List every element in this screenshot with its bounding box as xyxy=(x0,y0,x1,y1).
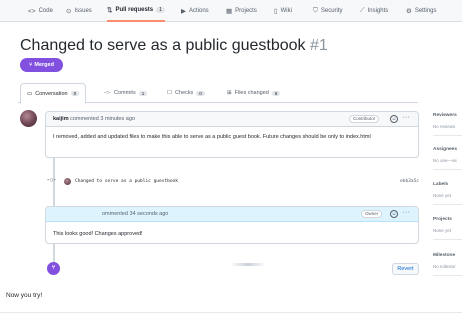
files-changed-count: 6 xyxy=(271,90,281,96)
comment: kaijim commented 3 minutes ago Contribut… xyxy=(45,111,419,158)
repo-nav: <> Code ⊙ Issues ⇅ Pull requests 1 ▶ Act… xyxy=(0,0,462,22)
sidebar-value: No milestor xyxy=(433,264,456,269)
conversation-icon: ▭ xyxy=(27,90,33,97)
sidebar-value: No reviews xyxy=(433,124,456,129)
loading-bar xyxy=(230,263,266,266)
tab-label: Actions xyxy=(189,8,209,14)
status-badge: ⑂ Merged xyxy=(20,58,63,72)
page-title: Changed to serve as a public guestbook #… xyxy=(20,37,328,55)
tab-label: Commits xyxy=(114,90,136,96)
more-options-icon[interactable]: ··· xyxy=(402,114,411,121)
tab-label: Security xyxy=(320,8,343,14)
commit-sha[interactable]: ebb3a5c xyxy=(400,179,419,184)
sidebar-heading: Labels xyxy=(433,182,449,187)
avatar[interactable] xyxy=(64,178,71,185)
sidebar-projects[interactable]: Projects None yet xyxy=(433,216,462,240)
sidebar-heading: Milestone xyxy=(433,253,456,258)
issues-icon: ⊙ xyxy=(66,8,72,15)
tab-label: Projects xyxy=(235,8,257,14)
settings-icon: ⚙ xyxy=(406,8,412,15)
comment-header: kaijim commented 3 minutes ago Contribut… xyxy=(46,112,418,127)
caption-text: Now you try! xyxy=(6,292,43,299)
comment-body: This looks good! Changes approved! xyxy=(53,231,143,237)
sidebar-value: No one—as xyxy=(433,158,457,163)
wiki-icon: ▯ xyxy=(274,8,278,15)
tab-label: Pull requests xyxy=(115,7,154,13)
insights-icon: ⟋ xyxy=(360,7,365,14)
commit-icon: -○- xyxy=(47,177,56,184)
tab-code[interactable]: <> Code xyxy=(28,0,53,22)
files-changed-icon: ⊞ xyxy=(227,90,232,96)
status-label: Merged xyxy=(34,62,54,68)
more-options-icon[interactable]: ··· xyxy=(402,209,411,216)
emoji-reaction-icon[interactable]: ☺ xyxy=(390,115,398,123)
role-badge: Contributor xyxy=(349,115,380,123)
sidebar-heading: Assignees xyxy=(433,147,457,152)
tab-label: Code xyxy=(38,8,53,14)
actions-icon: ▶ xyxy=(181,8,186,15)
tab-commits[interactable]: -○- Commits 1 xyxy=(98,83,153,103)
sidebar-assignees[interactable]: Assignees No one—as xyxy=(433,146,462,170)
sidebar-heading: Projects xyxy=(433,217,452,222)
comment-author-line: kaijim commented 3 minutes ago xyxy=(53,116,135,122)
tab-security[interactable]: ⛉ Security xyxy=(313,0,343,22)
commits-count: 1 xyxy=(138,90,148,96)
tab-label: Settings xyxy=(414,8,437,14)
commit-message[interactable]: Changed to serve as a public guestbook xyxy=(75,179,178,184)
checks-icon: ☐ xyxy=(167,90,172,96)
divider xyxy=(0,312,462,313)
conversation-count: 0 xyxy=(70,91,80,96)
pr-number: #1 xyxy=(309,37,328,54)
sidebar-heading: Reviewers xyxy=(433,113,457,118)
tab-settings[interactable]: ⚙ Settings xyxy=(406,0,437,22)
comment: ommented 34 seconds ago Owner ☺ ··· This… xyxy=(45,206,419,244)
commits-icon: -○- xyxy=(104,90,111,96)
sidebar-reviewers[interactable]: Reviewers No reviews xyxy=(433,112,462,136)
emoji-reaction-icon[interactable]: ☺ xyxy=(390,210,398,218)
tab-files-changed[interactable]: ⊞ Files changed 6 xyxy=(221,83,286,103)
pr-tabs: ▭ Conversation 0 -○- Commits 1 ☐ Checks … xyxy=(18,83,418,104)
tab-projects[interactable]: ▦ Projects xyxy=(226,0,257,22)
merge-icon: ⑂ xyxy=(29,62,33,68)
sidebar-value: None yet xyxy=(433,193,452,198)
commit-row: -○- Changed to serve as a public guestbo… xyxy=(47,176,419,188)
pr-title-text: Changed to serve as a public guestbook xyxy=(20,37,306,54)
projects-icon: ▦ xyxy=(226,8,233,15)
comment-header: ommented 34 seconds ago Owner ☺ ··· xyxy=(46,207,418,222)
merge-icon: ⑂ xyxy=(47,262,60,275)
sidebar-value: None yet xyxy=(433,228,452,233)
tab-pull-requests[interactable]: ⇅ Pull requests 1 xyxy=(107,0,165,22)
tab-label: Checks xyxy=(174,90,194,96)
comment-meta: commented 3 minutes ago xyxy=(70,116,135,122)
tab-checks[interactable]: ☐ Checks 0 xyxy=(161,83,211,103)
comment-author-line: ommented 34 seconds ago xyxy=(102,211,168,217)
tab-label: Files changed xyxy=(234,90,269,96)
tab-wiki[interactable]: ▯ Wiki xyxy=(274,0,292,22)
comment-body: I removed, added and updated files to ma… xyxy=(53,134,371,140)
tab-insights[interactable]: ⟋ Insights xyxy=(360,0,388,22)
comment-author[interactable]: kaijim xyxy=(53,116,69,122)
revert-button[interactable]: Revert xyxy=(392,263,419,275)
pull-request-icon: ⇅ xyxy=(107,7,113,14)
tab-label: Conversation xyxy=(35,90,68,97)
avatar[interactable] xyxy=(20,110,37,127)
tab-label: Wiki xyxy=(280,8,292,14)
sidebar-milestone[interactable]: Milestone No milestor xyxy=(433,252,462,276)
tab-label: Issues xyxy=(74,8,92,14)
comment-meta: ommented 34 seconds ago xyxy=(102,211,169,217)
security-icon: ⛉ xyxy=(313,7,318,14)
tab-actions[interactable]: ▶ Actions xyxy=(181,0,209,22)
role-badge: Owner xyxy=(361,210,383,218)
code-icon: <> xyxy=(28,7,36,15)
tab-conversation[interactable]: ▭ Conversation 0 xyxy=(20,83,87,104)
tab-label: Insights xyxy=(367,8,389,14)
sidebar-labels[interactable]: Labels None yet xyxy=(433,181,462,205)
pull-requests-count: 1 xyxy=(156,7,165,13)
checks-count: 0 xyxy=(196,90,205,96)
tab-issues[interactable]: ⊙ Issues xyxy=(66,0,92,22)
